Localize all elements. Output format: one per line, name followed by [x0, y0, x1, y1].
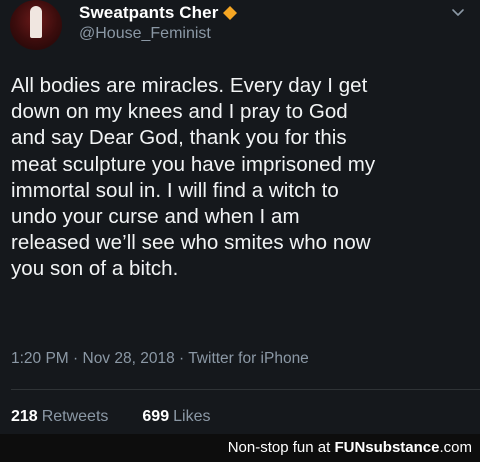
tweet-text: All bodies are miracles. Every day I get… [11, 74, 376, 281]
retweets-stat[interactable]: 218 Retweets [11, 408, 108, 426]
author-name-row: Sweatpants Cher [79, 2, 238, 24]
author-name[interactable]: Sweatpants Cher [79, 3, 218, 23]
likes-stat[interactable]: 699 Likes [142, 408, 210, 426]
retweets-label: Retweets [41, 408, 109, 425]
divider [11, 389, 480, 390]
orange-diamond-icon [223, 6, 238, 20]
watermark-brand: FUNsubstance [334, 439, 440, 456]
author-handle[interactable]: @House_Feminist [79, 25, 211, 43]
likes-label: Likes [173, 408, 211, 425]
avatar[interactable] [10, 0, 62, 50]
retweets-count: 218 [11, 408, 38, 425]
watermark-prefix: Non-stop fun at [227, 439, 335, 456]
watermark-bar: Non-stop fun at FUNsubstance.com [0, 434, 480, 462]
watermark-suffix: .com [439, 439, 472, 456]
tweet-stats: 218 Retweets 699 Likes [11, 408, 210, 426]
chevron-down-icon[interactable] [450, 5, 466, 21]
avatar-figure [30, 6, 42, 38]
watermark-text: Non-stop fun at FUNsubstance.com [228, 439, 472, 456]
tweet-meta[interactable]: 1:20 PM · Nov 28, 2018 · Twitter for iPh… [11, 350, 309, 368]
likes-count: 699 [142, 408, 170, 425]
